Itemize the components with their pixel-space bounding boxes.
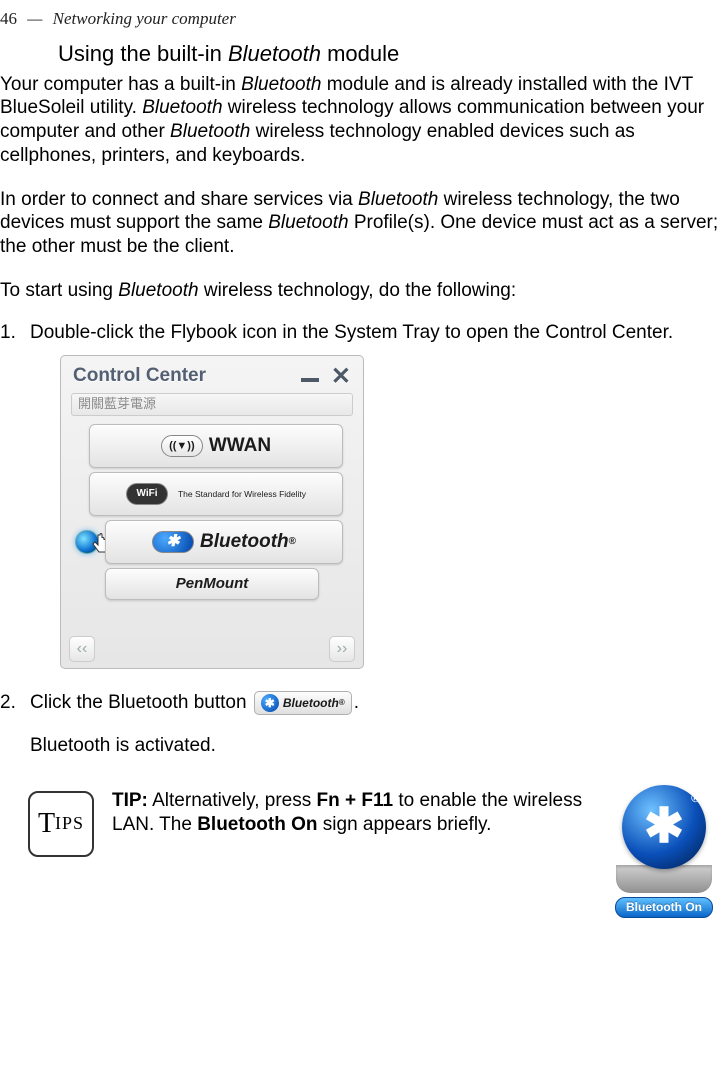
p1d: Bluetooth [142,97,222,118]
bluetooth-icon: ✱ [152,531,194,553]
p1a: Your computer has a built-in [0,74,241,95]
control-center-titlebar: Control Center ✕ [69,362,355,389]
p3a: To start using [0,280,118,301]
inline-bluetooth-button: ✱ Bluetooth® [254,691,352,715]
step-2-result: Bluetooth is activated. [30,734,720,759]
paragraph-start: To start using Bluetooth wireless techno… [0,279,720,303]
penmount-button[interactable]: PenMount [105,568,319,600]
step-1-text: Double-click the Flybook icon in the Sys… [30,321,720,346]
tips-ips: IPS [55,812,84,835]
minimize-icon[interactable] [301,378,319,382]
p3b: Bluetooth [118,280,198,301]
section-title: Using the built-in Bluetooth module [58,40,720,69]
paragraph-profiles: In order to connect and share services v… [0,188,720,259]
step-2-post: . [354,692,359,713]
wwan-icon: ((▼)) [161,435,203,457]
tip-text: TIP: Alternatively, press Fn + F11 to en… [112,789,600,837]
step-1-number: 1. [0,321,30,670]
p1f: Bluetooth [170,121,250,142]
title-bluetooth: Bluetooth [228,41,321,66]
step-2-text: Click the Bluetooth button ✱ Bluetooth® … [30,691,720,716]
header-dash: — [27,9,42,28]
bluetooth-button[interactable]: ✱ Bluetooth® [105,520,343,564]
bluetooth-on-device: ✱ Bluetooth On [608,785,720,919]
close-icon[interactable]: ✕ [331,368,351,386]
chapter-title: Networking your computer [53,9,236,28]
tip-c: Fn + F11 [317,790,394,811]
bluetooth-toggle-icon[interactable] [75,530,99,554]
bluetooth-orb-icon: ✱ [622,785,706,869]
wwan-button[interactable]: ((▼)) WWAN [89,424,343,468]
penmount-label: PenMount [176,574,249,594]
tips-icon: TIPS [28,791,94,857]
title-pre: Using the built-in [58,41,228,66]
step-2-pre: Click the Bluetooth button [30,692,252,713]
wifi-sublabel: The Standard for Wireless Fidelity [178,490,306,499]
bluetooth-on-label: Bluetooth On [615,897,713,919]
prev-arrow-icon[interactable]: ‹‹ [69,636,95,662]
tip-f: sign appears briefly. [318,814,492,835]
page-number: 46 [0,9,17,28]
step-2-number: 2. [0,691,30,758]
inline-bluetooth-label: Bluetooth [283,696,339,712]
tips-t: T [38,806,55,842]
control-center-window: Control Center ✕ 開關藍芽電源 ((▼)) WWAN WiFi … [60,355,364,669]
p1b: Bluetooth [241,74,321,95]
step-2: 2. Click the Bluetooth button ✱ Bluetoot… [0,691,720,758]
p2d: Bluetooth [268,212,348,233]
tip-b: Alternatively, press [148,790,317,811]
next-arrow-icon[interactable]: ›› [329,636,355,662]
p3c: wireless technology, do the following: [199,280,517,301]
wwan-label: WWAN [209,434,271,459]
wifi-icon: WiFi [126,483,168,505]
paragraph-intro: Your computer has a built-in Bluetooth m… [0,73,720,168]
tip-e: Bluetooth On [197,814,317,835]
p2a: In order to connect and share services v… [0,189,358,210]
title-post: module [321,41,399,66]
control-center-subtitle: 開關藍芽電源 [71,393,353,416]
bluetooth-device-base [616,865,712,893]
tip-label: TIP: [112,790,148,811]
inline-bluetooth-icon: ✱ [261,694,279,712]
step-1: 1. Double-click the Flybook icon in the … [0,321,720,670]
wifi-button[interactable]: WiFi The Standard for Wireless Fidelity [89,472,343,516]
bluetooth-label: Bluetooth [200,530,289,555]
p2b: Bluetooth [358,189,438,210]
page-header: 46 — Networking your computer [0,0,720,36]
tip-row: TIPS TIP: Alternatively, press Fn + F11 … [0,789,720,919]
control-center-title: Control Center [73,364,206,389]
